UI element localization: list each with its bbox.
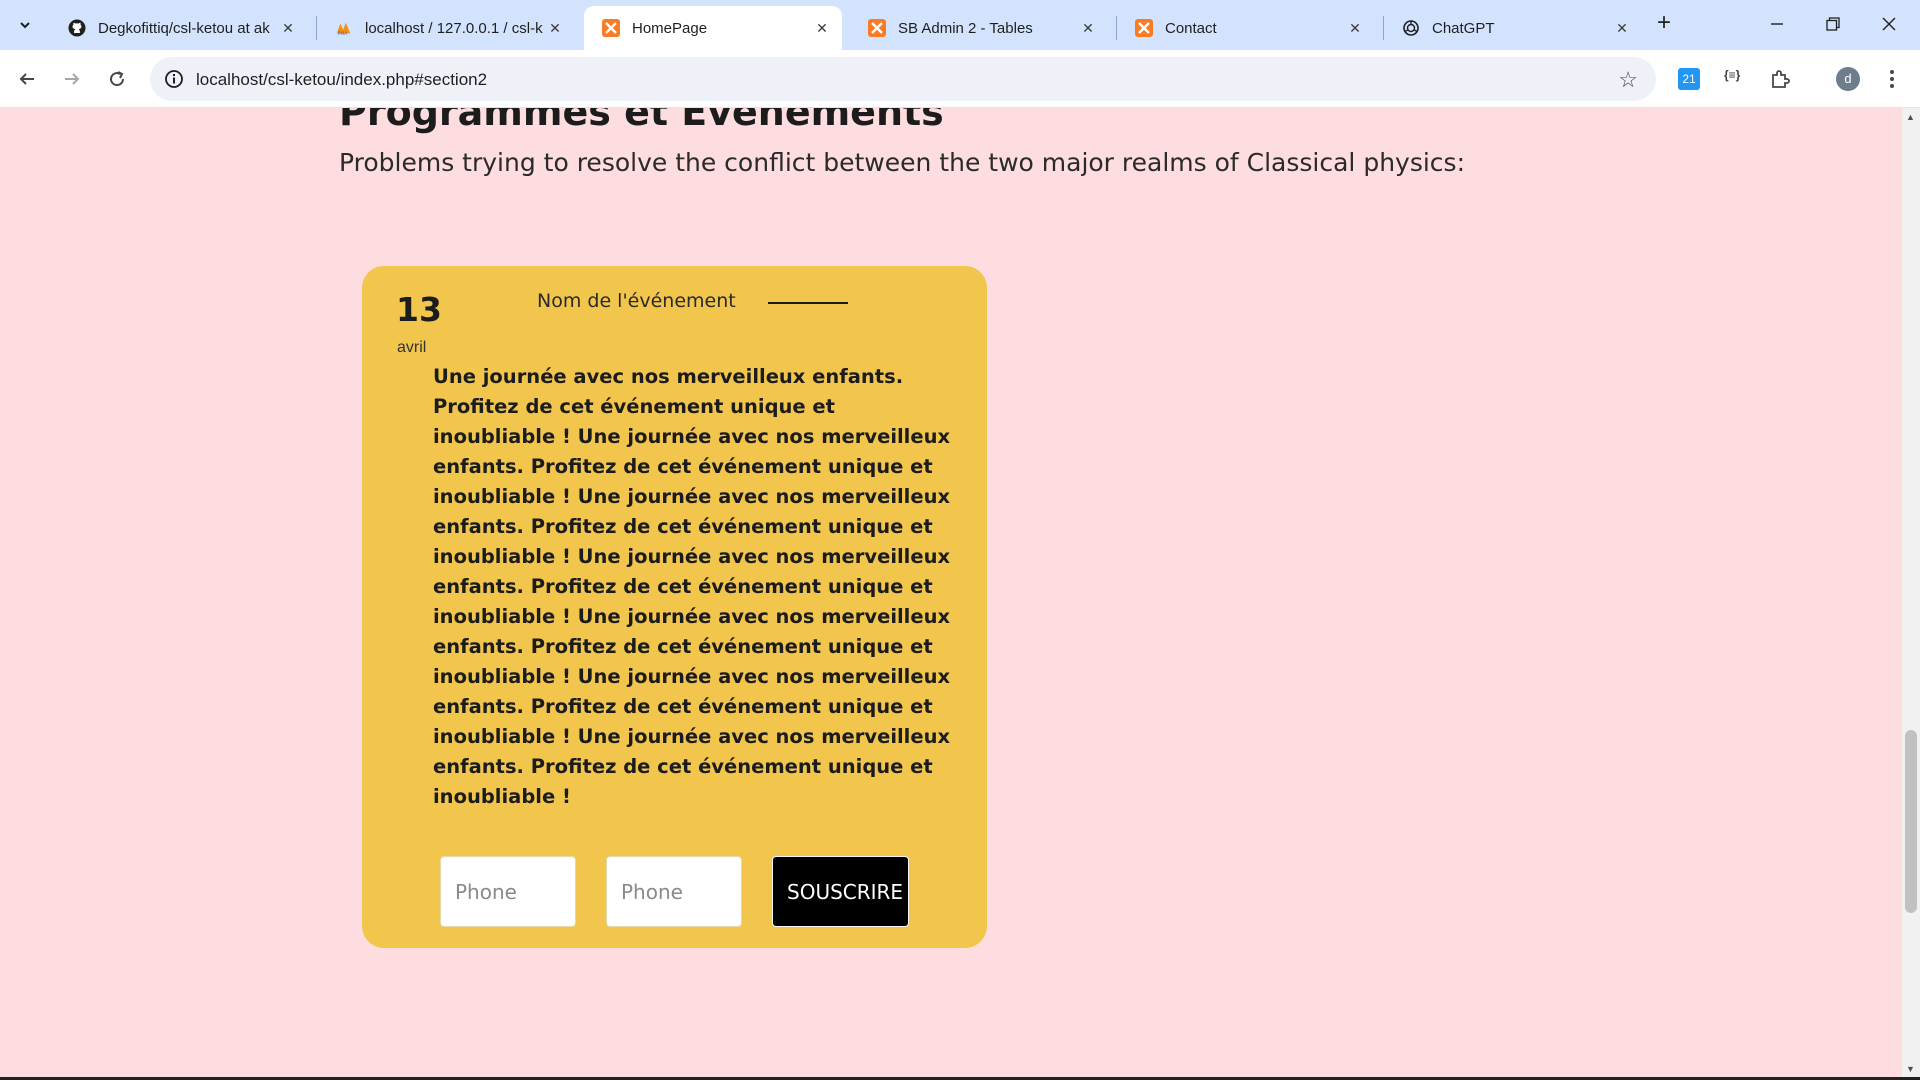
chevron-down-icon	[20, 22, 30, 29]
browser-menu-button[interactable]	[1876, 63, 1908, 95]
reload-button[interactable]	[101, 63, 133, 95]
section-subtitle: Problems trying to resolve the conflict …	[339, 148, 1466, 177]
translate-extension-icon[interactable]: 21	[1678, 68, 1700, 90]
address-bar[interactable]: localhost/csl-ketou/index.php#section2 ☆	[150, 57, 1656, 101]
event-description: Une journée avec nos merveilleux enfants…	[433, 365, 951, 808]
minimize-button[interactable]	[1749, 6, 1805, 42]
tab-title: localhost / 127.0.0.1 / csl-k	[365, 19, 543, 37]
new-tab-button[interactable]: +	[1650, 10, 1678, 38]
scroll-up-arrow-icon[interactable]: ▲	[1906, 112, 1915, 122]
close-icon[interactable]: ✕	[812, 20, 832, 37]
tab-title: Contact	[1165, 19, 1217, 37]
tab-github[interactable]: Degkofittiq/csl-ketou at ak ✕	[50, 6, 308, 50]
tab-title: ChatGPT	[1432, 19, 1495, 37]
more-vertical-icon	[1890, 70, 1894, 88]
subscribe-button[interactable]: SOUSCRIRE	[772, 856, 909, 927]
tab-title: Degkofittiq/csl-ketou at ak	[98, 19, 270, 37]
svg-text:PMA: PMA	[338, 31, 349, 37]
address-url[interactable]: localhost/csl-ketou/index.php#section2	[196, 70, 487, 90]
tab-title: SB Admin 2 - Tables	[898, 19, 1033, 37]
browser-toolbar: localhost/csl-ketou/index.php#section2 ☆…	[0, 50, 1920, 108]
xampp-icon	[602, 19, 620, 37]
arrow-left-icon	[19, 73, 34, 85]
github-icon	[68, 19, 86, 37]
site-info-icon[interactable]	[164, 69, 184, 89]
page-viewport: Programmes et Evenements Problems trying…	[0, 108, 1902, 1080]
restore-icon	[1826, 17, 1840, 31]
profile-avatar[interactable]: d	[1836, 67, 1860, 91]
xampp-icon	[868, 19, 886, 37]
scroll-down-arrow-icon[interactable]: ▼	[1906, 1064, 1915, 1074]
arrow-right-icon	[65, 73, 80, 85]
restore-button[interactable]	[1805, 6, 1861, 42]
back-button[interactable]	[11, 63, 43, 95]
close-window-button[interactable]	[1861, 6, 1917, 42]
json-extension-icon[interactable]: {≡}	[1724, 68, 1740, 82]
tab-search-button[interactable]	[10, 10, 40, 40]
event-name-divider	[768, 302, 848, 304]
event-card: 13 avril Nom de l'événement Une journée …	[362, 266, 987, 948]
phone-input-2[interactable]	[606, 856, 742, 927]
page-scrollbar[interactable]: ▲ ▼	[1902, 108, 1920, 1080]
tab-chatgpt[interactable]: ChatGPT ✕	[1384, 6, 1642, 50]
puzzle-icon	[1772, 70, 1790, 88]
reload-icon	[110, 71, 125, 87]
chatgpt-icon	[1402, 19, 1420, 37]
bookmark-star-icon[interactable]: ☆	[1618, 67, 1638, 93]
close-icon[interactable]: ✕	[1612, 20, 1632, 37]
xampp-icon	[1135, 19, 1153, 37]
close-icon[interactable]: ✕	[1078, 20, 1098, 37]
minimize-icon	[1771, 23, 1783, 25]
close-icon[interactable]: ✕	[545, 20, 565, 37]
scrollbar-thumb[interactable]	[1905, 730, 1917, 913]
tab-homepage[interactable]: HomePage ✕	[584, 6, 842, 50]
tab-strip: Degkofittiq/csl-ketou at ak ✕ PMA localh…	[0, 0, 1920, 50]
event-day: 13	[396, 290, 442, 329]
phpmyadmin-icon: PMA	[335, 19, 353, 37]
close-icon	[1882, 17, 1896, 31]
section-title: Programmes et Evenements	[339, 108, 944, 134]
close-icon[interactable]: ✕	[278, 20, 298, 37]
event-name: Nom de l'événement	[537, 290, 736, 312]
forward-button[interactable]	[56, 63, 88, 95]
tab-phpmyadmin[interactable]: PMA localhost / 127.0.0.1 / csl-k ✕	[317, 6, 575, 50]
tab-sb-admin[interactable]: SB Admin 2 - Tables ✕	[850, 6, 1108, 50]
phone-input[interactable]	[440, 856, 576, 927]
tab-contact[interactable]: Contact ✕	[1117, 6, 1375, 50]
event-month: avril	[397, 339, 427, 356]
extensions-button[interactable]	[1764, 63, 1796, 95]
close-icon[interactable]: ✕	[1345, 20, 1365, 37]
tab-title: HomePage	[632, 19, 708, 37]
